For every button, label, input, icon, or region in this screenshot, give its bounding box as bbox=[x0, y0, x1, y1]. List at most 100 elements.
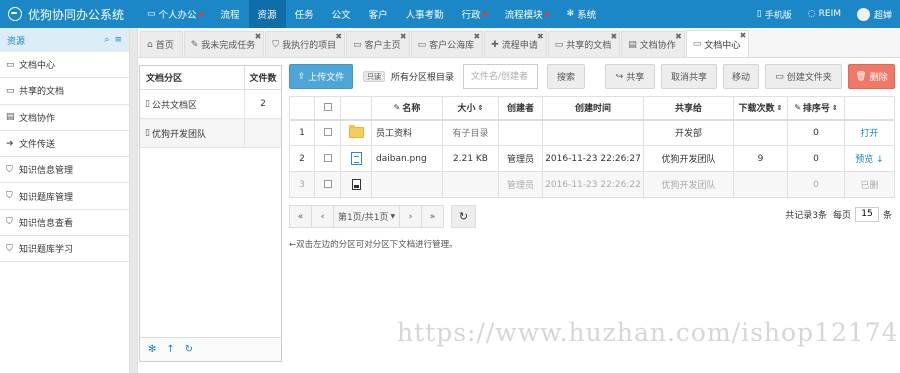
close-icon[interactable]: ✖ bbox=[611, 32, 618, 41]
close-icon[interactable]: ✖ bbox=[740, 31, 747, 40]
sidebar-item-knowledge-view[interactable]: ⛉ 知识信息查看 bbox=[0, 210, 129, 237]
document-icon: ▯ bbox=[145, 128, 150, 138]
pencil-icon: ✎ bbox=[393, 103, 401, 113]
file-table: ✎ 名称 大小 ⇕ 创建者 创建时间 共享给 下载次数 ⇕ ✎ 排序号 ⇕ 1 员工资料 … bbox=[289, 96, 895, 198]
next-page-button[interactable]: › bbox=[399, 205, 422, 228]
prev-page-button[interactable]: ‹ bbox=[311, 205, 334, 228]
move-button[interactable]: 移动 bbox=[723, 64, 759, 89]
delete-button[interactable]: 🗑 删除 bbox=[848, 64, 895, 89]
sidebar-splitter[interactable] bbox=[130, 28, 138, 373]
sidebar-item-file-transfer[interactable]: ➜ 文件传送 bbox=[0, 131, 129, 158]
close-icon[interactable]: ✖ bbox=[537, 32, 544, 41]
menu-icon[interactable]: ≡ bbox=[114, 35, 122, 45]
brand[interactable]: 优狗协同办公系统 bbox=[0, 0, 132, 28]
plus-icon: ✚ bbox=[491, 39, 499, 50]
col-sort-no[interactable]: ✎ 排序号 ⇕ bbox=[787, 96, 845, 121]
nav-item-customers[interactable]: 客户 bbox=[360, 0, 397, 28]
sort-icon: ⇕ bbox=[831, 103, 838, 112]
search-button[interactable]: 搜索 bbox=[547, 64, 585, 89]
folder-icon: ▭ bbox=[775, 71, 784, 82]
close-icon[interactable]: ✖ bbox=[400, 32, 407, 41]
category-row[interactable]: ▯ 优狗开发团队 bbox=[140, 119, 281, 148]
sidebar-item-question-bank-study[interactable]: ⛉ 知识题库学习 bbox=[0, 236, 129, 263]
nav-item-resources[interactable]: 资源 bbox=[248, 0, 286, 28]
table-row[interactable]: 1 员工资料 有子目录 开发部 0 打开 bbox=[289, 119, 895, 146]
mobile-version-link[interactable]: ▯ 手机版 bbox=[757, 8, 792, 21]
tab-workflow-request[interactable]: ✚ 流程申请 ✖ bbox=[484, 31, 547, 57]
refresh-icon[interactable]: ↻ bbox=[185, 344, 193, 355]
close-icon[interactable]: ✖ bbox=[255, 32, 262, 41]
sidebar-item-question-bank-manage[interactable]: ⛉ 知识题库管理 bbox=[0, 183, 129, 210]
close-icon[interactable]: ✖ bbox=[335, 32, 342, 41]
bookmark-icon: ⛉ bbox=[6, 191, 13, 202]
page-select[interactable]: 第1页/共1页 ▼ bbox=[333, 205, 400, 228]
tab-customer-home[interactable]: ▭ 客户主页 ✖ bbox=[346, 31, 410, 57]
sidebar-item-shared-docs[interactable]: ▭ 共享的文档 bbox=[0, 78, 129, 105]
pencil-icon: ✎ bbox=[190, 39, 199, 50]
folder-icon: ▭ bbox=[353, 39, 362, 50]
tab-document-center[interactable]: ▭ 文档中心 ✖ bbox=[685, 30, 750, 57]
share-button[interactable]: ↪ 共享 bbox=[605, 64, 655, 89]
file-icon bbox=[351, 179, 361, 190]
close-icon[interactable]: ✖ bbox=[675, 32, 682, 41]
tab-unfinished-tasks[interactable]: ✎ 我未完成任务 ✖ bbox=[183, 31, 265, 57]
sidebar-item-knowledge-manage[interactable]: ⛉ 知识信息管理 bbox=[0, 157, 129, 184]
total-records: 共记录3条 bbox=[785, 210, 827, 221]
image-file-icon bbox=[350, 152, 362, 165]
category-name-header: 文档分区 bbox=[140, 66, 245, 89]
refresh-button[interactable]: ↻ bbox=[451, 205, 476, 228]
gear-icon: ✻ bbox=[566, 9, 575, 19]
search-input[interactable] bbox=[463, 64, 538, 89]
nav-item-tasks[interactable]: 任务 bbox=[286, 0, 323, 28]
nav-item-system[interactable]: ✻ 系统 bbox=[558, 0, 606, 28]
table-row[interactable]: 3 管理员 2016-11-23 22:26:22 优狗开发团队 0 已删 bbox=[289, 171, 895, 198]
category-row[interactable]: ▯ 公共文档区 2 bbox=[140, 90, 281, 119]
tab-my-projects[interactable]: ⛉ 我执行的项目 ✖ bbox=[265, 31, 346, 57]
category-footer: ✻ ↑ ↻ bbox=[140, 337, 281, 361]
col-name[interactable]: ✎ 名称 bbox=[371, 96, 443, 121]
tab-home[interactable]: ⌂ 首页 bbox=[140, 31, 183, 57]
user-menu[interactable]: 超婵 bbox=[856, 7, 892, 21]
sidebar-item-document-center[interactable]: ▭ 文档中心 bbox=[0, 52, 129, 79]
first-page-button[interactable]: « bbox=[289, 205, 312, 228]
upload-button[interactable]: ⇪ 上传文件 bbox=[289, 64, 353, 89]
row-checkbox[interactable] bbox=[323, 154, 332, 162]
tab-shared-docs[interactable]: ▭ 共享的文档 ✖ bbox=[547, 31, 621, 57]
nav-item-workflow[interactable]: 流程 bbox=[212, 0, 249, 28]
nav-item-admin[interactable]: 行政 bbox=[453, 0, 496, 28]
search-icon[interactable]: ⌕ bbox=[104, 35, 109, 45]
last-page-button[interactable]: » bbox=[421, 205, 444, 228]
tab-customer-pool[interactable]: ▭ 客户公海库 ✖ bbox=[410, 31, 484, 57]
row-checkbox[interactable] bbox=[323, 128, 332, 137]
watermark-text: https://www.huzhan.com/ishop12174 bbox=[397, 318, 899, 347]
desktop-icon: ▭ bbox=[147, 9, 156, 19]
category-panel: 文档分区 文件数 ▯ 公共文档区 2 ▯ 优狗开发团队 ✻ ↑ ↻ bbox=[139, 65, 282, 362]
main-nav: ▭ 个人办公 流程 资源 任务 公文 客户 人事考勤 行政 流程模块 ✻ 系统 bbox=[138, 0, 605, 28]
page-size-input[interactable] bbox=[854, 206, 879, 222]
refresh-icon: ↻ bbox=[458, 210, 469, 223]
new-folder-button[interactable]: ▭ 创建文件夹 bbox=[765, 64, 842, 89]
preview-link[interactable]: 预览 ↓ bbox=[844, 145, 895, 172]
col-size[interactable]: 大小 ⇕ bbox=[442, 96, 499, 121]
sidebar-item-doc-collab[interactable]: ▤ 文档协作 bbox=[0, 105, 129, 131]
folder-open-icon: ▭ bbox=[692, 39, 702, 49]
table-row[interactable]: 2 daiban.png 2.21 KB 管理员 2016-11-23 22:2… bbox=[289, 145, 895, 172]
row-checkbox[interactable] bbox=[323, 180, 332, 188]
nav-item-documents[interactable]: 公文 bbox=[323, 0, 360, 28]
tab-doc-collab[interactable]: ▤ 文档协作 ✖ bbox=[621, 31, 685, 57]
open-link[interactable]: 打开 bbox=[844, 119, 895, 146]
nav-item-workflow-modules[interactable]: 流程模块 bbox=[496, 0, 558, 28]
arrow-up-icon[interactable]: ↑ bbox=[166, 344, 174, 355]
current-location: 所有分区根目录 bbox=[391, 73, 455, 83]
col-downloads[interactable]: 下载次数 ⇕ bbox=[733, 96, 788, 121]
pencil-icon: ✎ bbox=[794, 103, 801, 113]
trash-icon: 🗑 bbox=[855, 71, 867, 82]
download-arrow-icon[interactable]: ↓ bbox=[876, 155, 884, 165]
reim-link[interactable]: ◌ REIM bbox=[808, 9, 841, 19]
nav-item-personal[interactable]: ▭ 个人办公 bbox=[138, 0, 212, 28]
select-all-checkbox[interactable] bbox=[323, 103, 332, 112]
nav-item-hr[interactable]: 人事考勤 bbox=[397, 0, 453, 28]
unshare-button[interactable]: 取消共享 bbox=[661, 64, 717, 89]
close-icon[interactable]: ✖ bbox=[473, 32, 480, 41]
gear-icon[interactable]: ✻ bbox=[148, 344, 156, 355]
